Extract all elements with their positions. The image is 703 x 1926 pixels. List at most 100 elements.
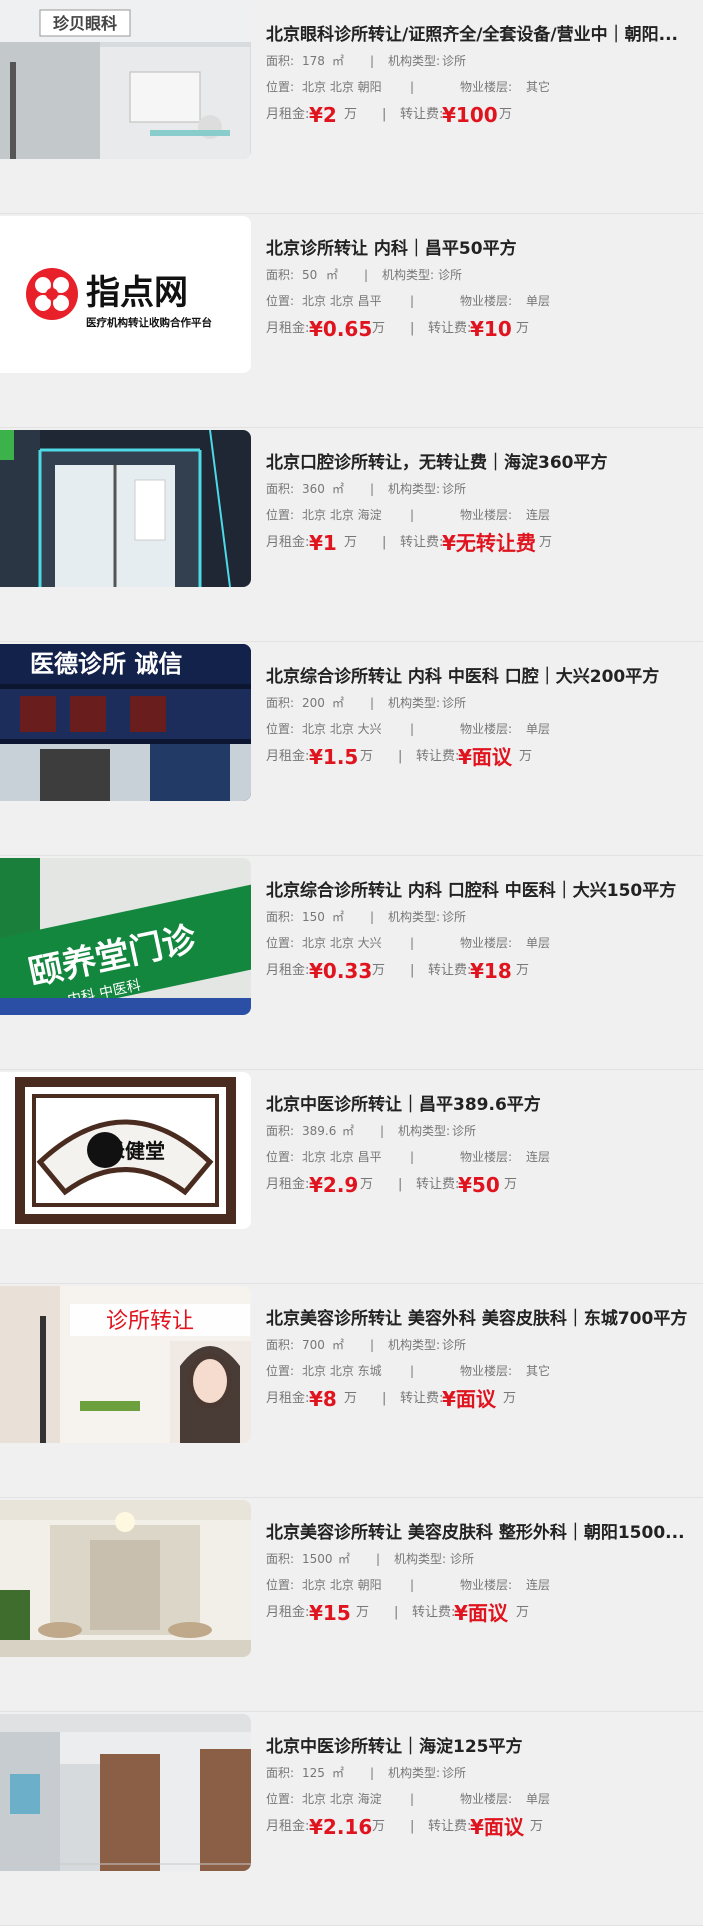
transfer-label: 转让费: [416,749,460,764]
night-sign-photo[interactable]: 医德诊所 诚信 [0,644,251,801]
org-type-label: 机构类型: [394,1552,447,1566]
listing-location-row: 位置: 北京 北京 昌平 | 物业楼层: 单层 [266,288,703,314]
listing-info: 北京美容诊所转让 美容皮肤科 整形外科｜朝阳1500... 面积: 1500 ㎡… [266,1520,703,1628]
transfer-unit: 万 [530,1819,544,1834]
transfer-value: ¥10 [470,317,512,341]
zhidianwang-logo[interactable]: 指点网 医疗机构转让收购合作平台 [0,216,251,373]
floor-label: 物业楼层: [460,80,513,94]
transfer-unit: 万 [503,1391,517,1406]
separator: | [410,963,415,978]
area-label: 面积: [266,1124,295,1138]
org-type-value: 诊所 [442,1766,467,1780]
listing-price-row: 月租金: ¥0.33 万 | 转让费: ¥18 万 [266,956,703,986]
area-unit: ㎡ [332,910,345,924]
listing-card[interactable]: 北京中医诊所转让｜海淀125平方 面积: 125 ㎡ | 机构类型: 诊所 位置… [0,1712,703,1926]
location-value: 北京 北京 大兴 [302,722,382,736]
area-value: 360 [302,482,325,496]
listing-card[interactable]: 珍贝眼科 北京眼科诊所转让/证照齐全/全套设备/营业中｜朝阳... 面积: 17… [0,0,703,214]
glass-door-photo[interactable] [0,430,251,587]
separator: | [370,910,375,924]
lobby-photo[interactable] [0,1500,251,1657]
transfer-label: 转让费: [428,963,472,978]
floor-value: 单层 [526,722,551,736]
separator: | [370,54,375,68]
area-label: 面积: [266,482,295,496]
listing-title[interactable]: 北京中医诊所转让｜昌平389.6平方 [266,1092,703,1118]
listing-title[interactable]: 北京美容诊所转让 美容外科 美容皮肤科｜东城700平方 [266,1306,703,1332]
location-value: 北京 北京 海淀 [302,1792,382,1806]
separator: | [380,1124,385,1138]
corridor-photo[interactable] [0,1714,251,1871]
location-label: 位置: [266,1150,295,1164]
floor-label: 物业楼层: [460,1578,513,1592]
org-type-label: 机构类型: [398,1124,451,1138]
org-type-value: 诊所 [452,1124,477,1138]
transfer-label: 转让费: [428,1819,472,1834]
transfer-label: 转让费: [412,1605,456,1620]
floor-label: 物业楼层: [460,1792,513,1806]
listing-title[interactable]: 北京美容诊所转让 美容皮肤科 整形外科｜朝阳1500... [266,1520,703,1546]
rent-label: 月租金: [266,1819,310,1834]
floor-label: 物业楼层: [460,508,513,522]
rent-label: 月租金: [266,1605,310,1620]
separator: | [398,1177,403,1192]
listing-location-row: 位置: 北京 北京 海淀 | 物业楼层: 连层 [266,502,703,528]
org-type-value: 诊所 [438,268,463,282]
listing-location-row: 位置: 北京 北京 海淀 | 物业楼层: 单层 [266,1786,703,1812]
listing-title[interactable]: 北京综合诊所转让 内科 口腔科 中医科｜大兴150平方 [266,878,703,904]
listing-title[interactable]: 北京综合诊所转让 内科 中医科 口腔｜大兴200平方 [266,664,703,690]
location-value: 北京 北京 海淀 [302,508,382,522]
location-label: 位置: [266,1364,295,1378]
clinic-storefront-photo[interactable]: 珍贝眼科 [0,2,251,159]
separator: | [410,936,415,950]
green-sign-photo[interactable]: 颐养堂门诊 内科 中医科 [0,858,251,1015]
transfer-value: ¥50 [458,1173,500,1197]
listing-area-row: 面积: 200 ㎡ | 机构类型: 诊所 [266,690,703,716]
floor-value: 其它 [526,80,551,94]
transfer-unit: 万 [539,535,553,550]
listing-title[interactable]: 北京诊所转让 内科｜昌平50平方 [266,236,703,262]
listing-card[interactable]: 禾健堂 北京中医诊所转让｜昌平389.6平方 面积: 389.6 ㎡ | 机构类… [0,1070,703,1284]
svg-text:医疗机构转让收购合作平台: 医疗机构转让收购合作平台 [86,316,212,329]
listing-title[interactable]: 北京口腔诊所转让，无转让费｜海淀360平方 [266,450,703,476]
listing-title[interactable]: 北京眼科诊所转让/证照齐全/全套设备/营业中｜朝阳... [266,22,703,48]
org-type-label: 机构类型: [388,910,441,924]
separator: | [410,1364,415,1378]
listing-card[interactable]: 指点网 医疗机构转让收购合作平台 北京诊所转让 内科｜昌平50平方 面积: 50 … [0,214,703,428]
beauty-clinic-photo[interactable]: 诊所转让 [0,1286,251,1443]
rent-label: 月租金: [266,1177,310,1192]
transfer-unit: 万 [516,963,530,978]
area-label: 面积: [266,910,295,924]
listing-card[interactable]: 颐养堂门诊 内科 中医科 北京综合诊所转让 内科 口腔科 中医科｜大兴150平方 … [0,856,703,1070]
listing-card[interactable]: 北京美容诊所转让 美容皮肤科 整形外科｜朝阳1500... 面积: 1500 ㎡… [0,1498,703,1712]
rent-label: 月租金: [266,749,310,764]
listing-card[interactable]: 诊所转让 北京美容诊所转让 美容外科 美容皮肤科｜东城700平方 面积: 700… [0,1284,703,1498]
floor-label: 物业楼层: [460,1364,513,1378]
area-unit: ㎡ [332,1766,345,1780]
rent-unit: 万 [372,321,386,336]
separator: | [398,749,403,764]
separator: | [376,1552,381,1566]
separator: | [410,508,415,522]
transfer-value: ¥面议 [458,745,512,769]
listing-card[interactable]: 医德诊所 诚信 北京综合诊所转让 内科 中医科 口腔｜大兴200平方 面积: 2… [0,642,703,856]
svg-text:诊所转让: 诊所转让 [106,1309,194,1334]
location-label: 位置: [266,722,295,736]
org-type-label: 机构类型: [382,268,435,282]
transfer-value: ¥面议 [442,1387,496,1411]
rent-value: ¥1 [309,531,337,555]
location-value: 北京 北京 大兴 [302,936,382,950]
area-value: 178 [302,54,325,68]
separator: | [410,1150,415,1164]
listing-card[interactable]: 北京口腔诊所转让，无转让费｜海淀360平方 面积: 360 ㎡ | 机构类型: … [0,428,703,642]
area-unit: ㎡ [332,696,345,710]
listing-title[interactable]: 北京中医诊所转让｜海淀125平方 [266,1734,703,1760]
rent-unit: 万 [344,535,358,550]
location-label: 位置: [266,508,295,522]
listing-info: 北京中医诊所转让｜昌平389.6平方 面积: 389.6 ㎡ | 机构类型: 诊… [266,1092,703,1200]
separator: | [382,535,387,550]
area-label: 面积: [266,696,295,710]
separator: | [370,1338,375,1352]
listing-area-row: 面积: 1500 ㎡ | 机构类型: 诊所 [266,1546,703,1572]
fan-lattice-photo[interactable]: 禾健堂 [0,1072,251,1229]
